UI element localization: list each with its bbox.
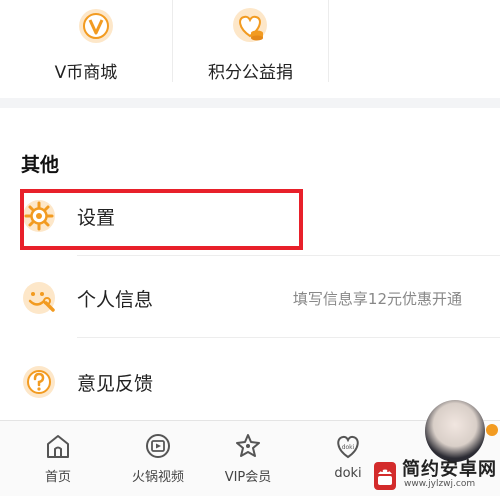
film-icon bbox=[146, 434, 170, 458]
other-section: 其他 设置 个人信息 填写信息享12元优惠开通 意见反馈 bbox=[0, 108, 500, 420]
feedback-label: 意见反馈 bbox=[77, 373, 154, 395]
settings-highlight-box bbox=[20, 189, 303, 250]
feedback-item[interactable]: 意见反馈 bbox=[0, 349, 500, 415]
question-icon bbox=[23, 366, 55, 398]
points-charity-entry[interactable]: 积分公益捐 bbox=[173, 0, 328, 98]
watermark-title: 简约安卓网 bbox=[402, 459, 497, 480]
nav-vip[interactable]: VIP会员 bbox=[200, 421, 296, 496]
nav-hotpot-video[interactable]: 火锅视频 bbox=[110, 421, 206, 496]
nav-label: VIP会员 bbox=[224, 470, 272, 485]
grid-label: 积分公益捐 bbox=[208, 63, 293, 83]
divider bbox=[77, 337, 500, 338]
notification-dot bbox=[486, 424, 498, 436]
personal-info-item[interactable]: 个人信息 填写信息享12元优惠开通 bbox=[0, 265, 500, 331]
nav-label: 火锅视频 bbox=[131, 470, 184, 485]
smile-wrench-icon bbox=[23, 282, 55, 314]
quick-access-grid: V币商城 积分公益捐 bbox=[0, 0, 500, 98]
nav-home[interactable]: 首页 bbox=[10, 421, 106, 496]
home-icon bbox=[47, 435, 69, 458]
personal-info-label: 个人信息 bbox=[77, 289, 154, 311]
watermark: 简约安卓网 www.jylzwj.com bbox=[368, 452, 500, 496]
section-title: 其他 bbox=[21, 154, 60, 176]
vip-star-icon bbox=[236, 434, 260, 457]
watermark-url: www.jylzwj.com bbox=[404, 479, 476, 489]
divider bbox=[77, 255, 500, 256]
empty-grid-cell bbox=[329, 0, 500, 98]
svg-text:doki: doki bbox=[342, 444, 355, 451]
personal-info-hint: 填写信息享12元优惠开通 bbox=[292, 290, 462, 308]
android-logo-icon bbox=[374, 462, 396, 490]
v-coin-icon bbox=[79, 9, 113, 43]
heart-coin-icon bbox=[233, 8, 267, 42]
doki-heart-icon: doki bbox=[337, 435, 359, 459]
nav-label: 首页 bbox=[44, 470, 71, 485]
v-coin-mall-entry[interactable]: V币商城 bbox=[0, 0, 172, 98]
grid-label: V币商城 bbox=[54, 63, 118, 83]
